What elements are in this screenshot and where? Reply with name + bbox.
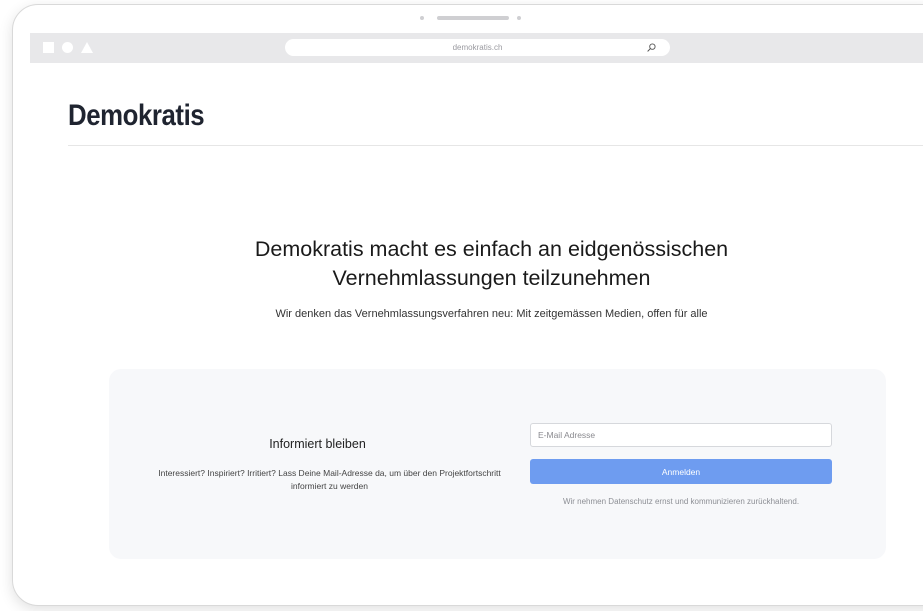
- speaker-bar-icon: [437, 16, 509, 20]
- hero-title: Demokratis macht es einfach an eidgenöss…: [30, 235, 923, 293]
- sensor-dot-icon: [517, 16, 521, 20]
- address-bar[interactable]: demokratis.ch: [285, 39, 670, 56]
- circle-icon[interactable]: [62, 42, 73, 53]
- triangle-icon[interactable]: [81, 42, 93, 53]
- square-icon[interactable]: [43, 42, 54, 53]
- search-icon[interactable]: [647, 43, 656, 52]
- newsletter-description: Interessiert? Inspiriert? Irritiert? Las…: [158, 468, 501, 491]
- newsletter-title: Informiert bleiben: [269, 437, 366, 451]
- hero-title-line-2: Vernehmlassungen teilzunehmen: [332, 266, 651, 290]
- address-bar-url: demokratis.ch: [452, 43, 503, 52]
- page-stage: demokratis.ch Demokratis Demokratis mach…: [0, 0, 923, 611]
- browser-chrome: demokratis.ch: [30, 33, 923, 63]
- site-header: Demokratis: [68, 99, 923, 146]
- subscribe-button[interactable]: Anmelden: [530, 459, 832, 484]
- privacy-note: Wir nehmen Datenschutz ernst und kommuni…: [562, 497, 800, 506]
- hero-title-line-1: Demokratis macht es einfach an eidgenöss…: [254, 237, 729, 261]
- browser-screen: demokratis.ch Demokratis Demokratis mach…: [30, 33, 923, 593]
- email-input[interactable]: [530, 423, 832, 447]
- device-top-bezel: [13, 5, 923, 33]
- hero-subtitle: Wir denken das Vernehmlassungsverfahren …: [275, 308, 708, 320]
- camera-dot-icon: [420, 16, 424, 20]
- newsletter-card: Informiert bleiben Interessiert? Inspiri…: [109, 369, 886, 559]
- site-logo[interactable]: Demokratis: [68, 99, 205, 133]
- device-frame: demokratis.ch Demokratis Demokratis mach…: [12, 4, 923, 606]
